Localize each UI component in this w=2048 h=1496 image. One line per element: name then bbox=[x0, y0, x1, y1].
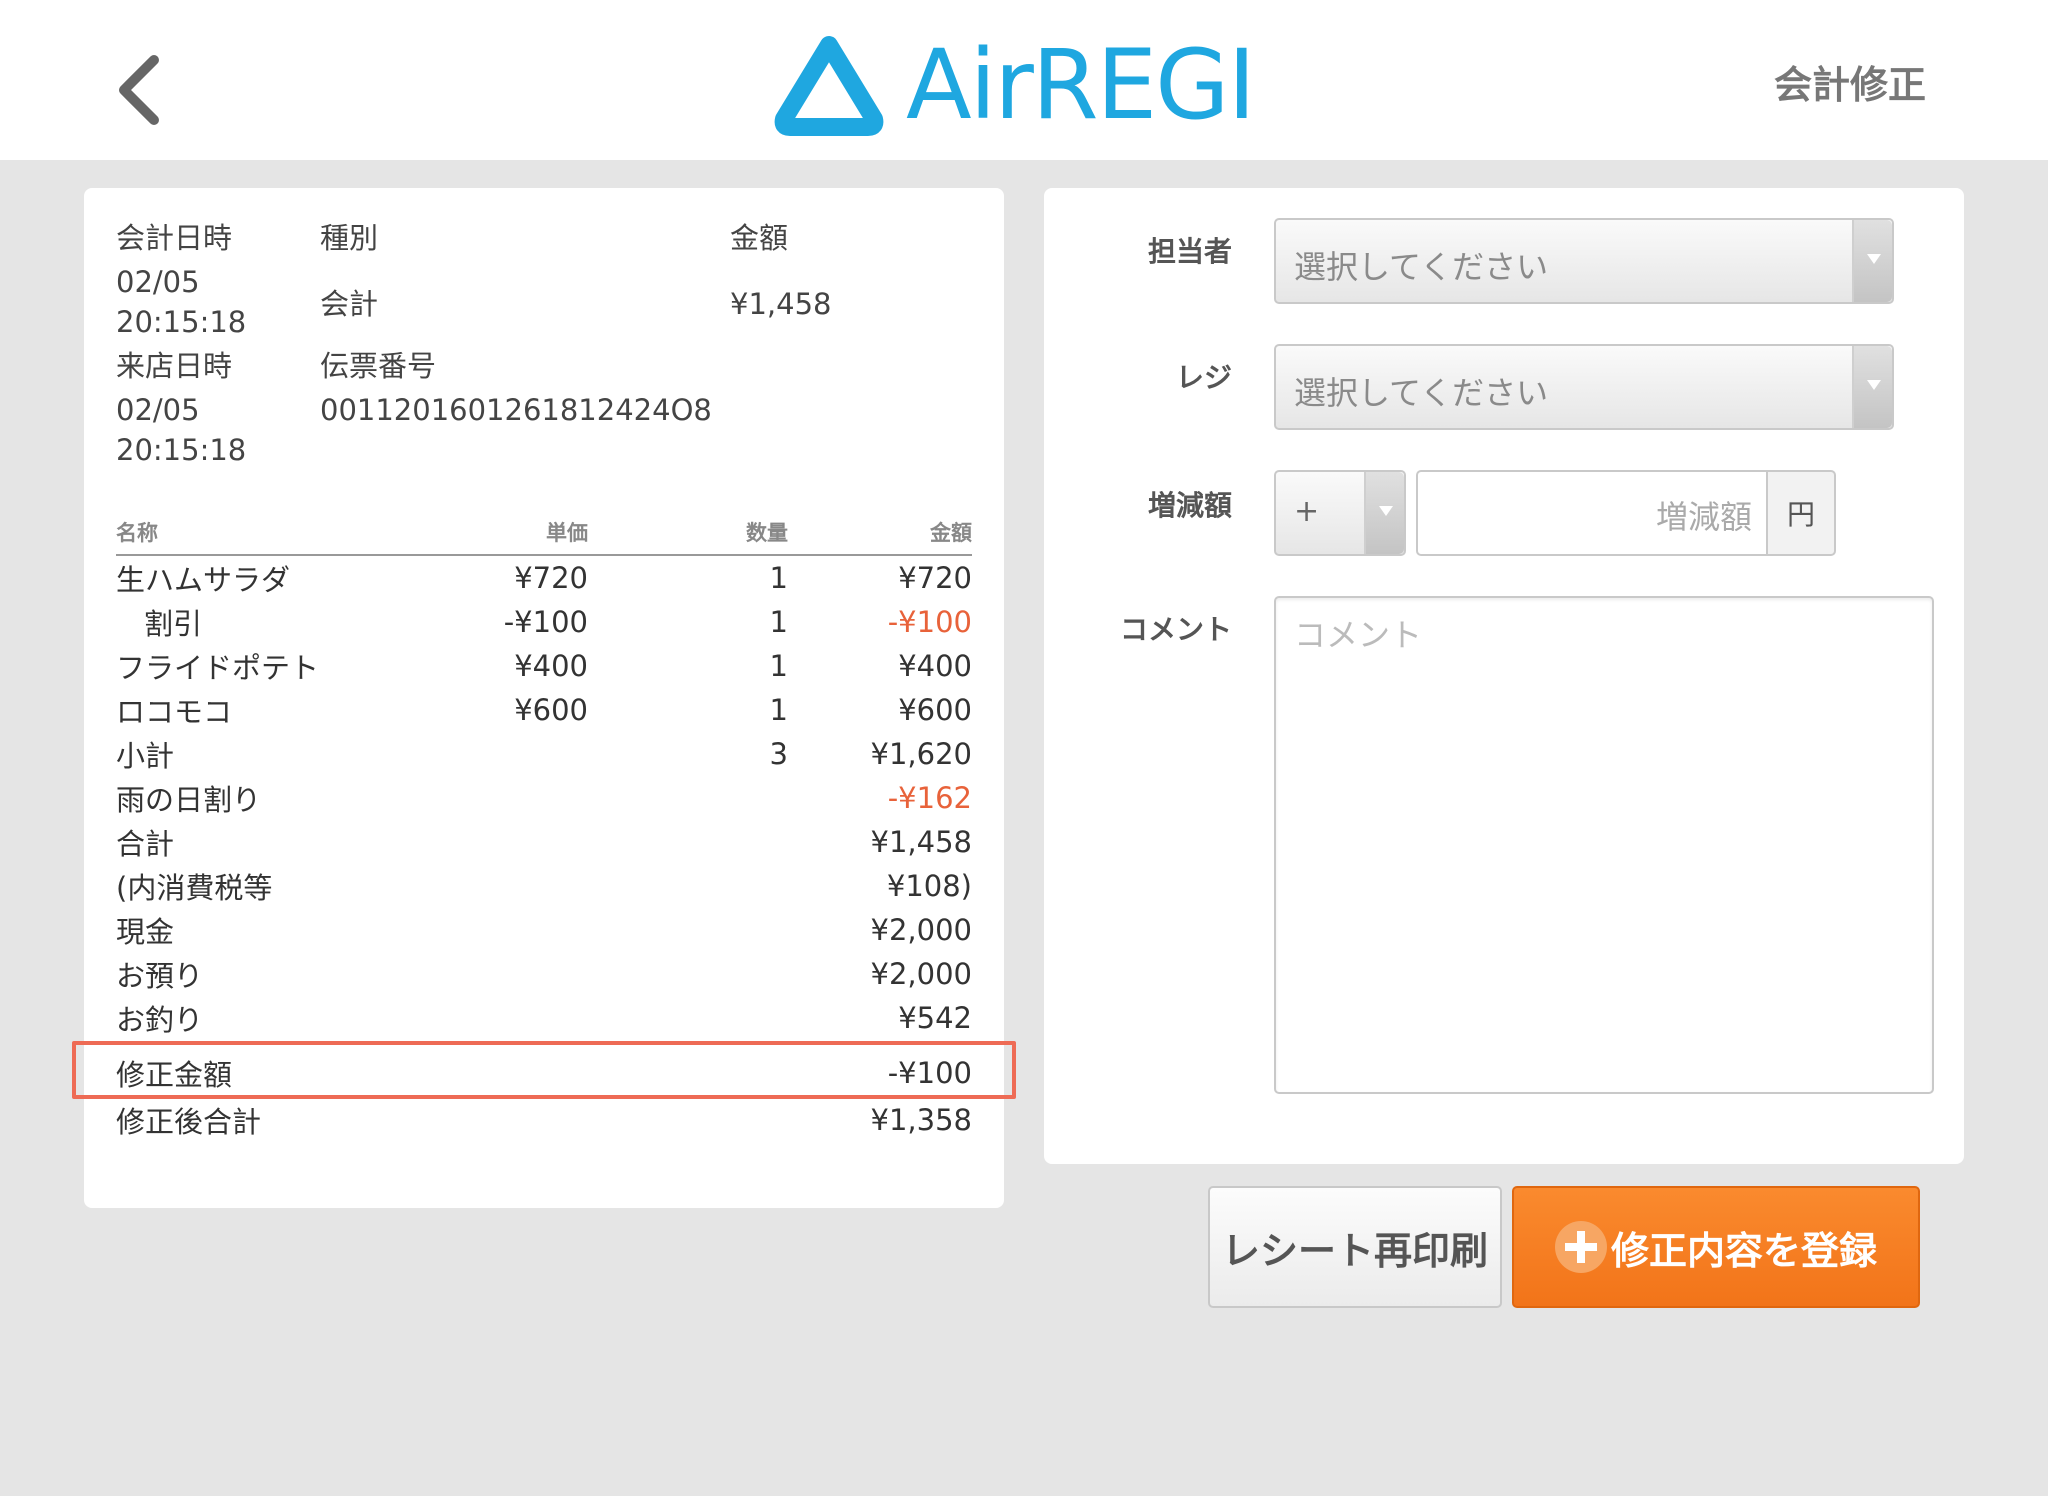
subtotal-label: 小計 bbox=[116, 739, 175, 773]
register-correction-button[interactable]: 修正内容を登録 bbox=[1512, 1186, 1920, 1308]
staff-select-value: 選択してください bbox=[1294, 248, 1549, 286]
adjust-sign-value: + bbox=[1294, 494, 1320, 529]
amount-value: ¥1,458 bbox=[730, 287, 832, 321]
item-name: 生ハムサラダ bbox=[116, 563, 291, 597]
subtotal-qty: 3 bbox=[769, 737, 788, 771]
visit-datetime-label: 来店日時 bbox=[116, 349, 233, 383]
yen-unit-label: 円 bbox=[1768, 470, 1836, 556]
back-button[interactable] bbox=[108, 50, 172, 130]
rain-discount-row: 雨の日割り -¥162 bbox=[116, 776, 972, 820]
chevron-down-icon bbox=[1852, 346, 1892, 428]
plus-circle-icon bbox=[1554, 1221, 1607, 1273]
page-title: 会計修正 bbox=[1773, 63, 1926, 107]
slip-number-label: 伝票番号 bbox=[320, 349, 437, 383]
table-row: 割引 -¥100 1 -¥100 bbox=[116, 600, 972, 644]
visit-date: 02/05 bbox=[116, 393, 200, 427]
slip-number-value: 0011201601261812424O8 bbox=[320, 393, 712, 427]
deposit-label: お預り bbox=[116, 959, 204, 993]
datetime-date: 02/05 bbox=[116, 265, 200, 299]
item-unit: -¥100 bbox=[503, 605, 588, 639]
chevron-down-icon bbox=[1364, 472, 1404, 554]
subtotal-row: 小計 3 ¥1,620 bbox=[116, 732, 972, 776]
table-header: 名称 単価 数量 金額 bbox=[116, 510, 972, 556]
reprint-receipt-button[interactable]: レシート再印刷 bbox=[1208, 1186, 1502, 1308]
change-label: お釣り bbox=[116, 1003, 204, 1037]
type-label: 種別 bbox=[320, 221, 379, 255]
table-row: 生ハムサラダ ¥720 1 ¥720 bbox=[116, 556, 972, 600]
item-name: 割引 bbox=[144, 607, 203, 641]
logo-text: AirREGI bbox=[906, 29, 1256, 141]
app-header: AirREGI 会計修正 bbox=[0, 0, 2048, 160]
chevron-left-icon bbox=[119, 55, 159, 125]
triangle-logo-icon bbox=[774, 36, 884, 136]
item-amount: ¥600 bbox=[898, 693, 972, 727]
datetime-time: 20:15:18 bbox=[116, 305, 247, 339]
type-value: 会計 bbox=[320, 287, 379, 321]
total-amount: ¥1,458 bbox=[870, 825, 972, 859]
table-row: ロコモコ ¥600 1 ¥600 bbox=[116, 688, 972, 732]
adjust-amount-input[interactable]: 増減額 bbox=[1416, 470, 1768, 556]
visit-time: 20:15:18 bbox=[116, 433, 247, 467]
tax-row: (内消費税等 ¥108) bbox=[116, 864, 972, 908]
comment-textarea[interactable]: コメント bbox=[1274, 596, 1934, 1094]
tax-amount: ¥108) bbox=[886, 869, 972, 903]
cash-label: 現金 bbox=[116, 915, 175, 949]
register-label: レジ bbox=[1175, 361, 1232, 394]
change-amount: ¥542 bbox=[898, 1001, 972, 1035]
cash-row: 現金 ¥2,000 bbox=[116, 908, 972, 952]
col-name: 名称 bbox=[116, 521, 158, 545]
item-unit: ¥600 bbox=[514, 693, 588, 727]
corrected-total-label: 修正後合計 bbox=[116, 1105, 262, 1139]
subtotal-amount: ¥1,620 bbox=[870, 737, 972, 771]
col-amount: 金額 bbox=[930, 521, 972, 545]
item-name: フライドポテト bbox=[116, 651, 320, 685]
register-select[interactable]: 選択してください bbox=[1274, 344, 1894, 430]
chevron-down-icon bbox=[1852, 220, 1892, 302]
staff-label: 担当者 bbox=[1147, 235, 1232, 268]
rain-discount-amount: -¥162 bbox=[887, 781, 972, 815]
deposit-row: お預り ¥2,000 bbox=[116, 952, 972, 996]
corrected-total-row: 修正後合計 ¥1,358 bbox=[116, 1098, 972, 1142]
staff-select[interactable]: 選択してください bbox=[1274, 218, 1894, 304]
item-qty: 1 bbox=[769, 649, 788, 683]
comment-label: コメント bbox=[1119, 613, 1232, 646]
corrected-total-amount: ¥1,358 bbox=[870, 1103, 972, 1137]
item-unit: ¥400 bbox=[514, 649, 588, 683]
adjust-label: 増減額 bbox=[1147, 489, 1232, 522]
item-unit: ¥720 bbox=[514, 561, 588, 595]
change-row: お釣り ¥542 bbox=[116, 996, 972, 1040]
table-row: フライドポテト ¥400 1 ¥400 bbox=[116, 644, 972, 688]
correction-highlight-box bbox=[72, 1041, 1016, 1099]
adjust-sign-select[interactable]: + bbox=[1274, 470, 1406, 556]
item-name: ロコモコ bbox=[116, 695, 233, 729]
amount-label: 金額 bbox=[730, 221, 789, 255]
reprint-receipt-label: レシート再印刷 bbox=[1221, 1228, 1488, 1273]
item-amount: ¥400 bbox=[898, 649, 972, 683]
airregi-logo: AirREGI bbox=[770, 29, 1256, 141]
item-qty: 1 bbox=[769, 561, 788, 595]
datetime-label: 会計日時 bbox=[116, 221, 233, 255]
rain-discount-label: 雨の日割り bbox=[116, 783, 262, 817]
register-correction-label: 修正内容を登録 bbox=[1610, 1228, 1877, 1273]
item-qty: 1 bbox=[769, 693, 788, 727]
col-unit: 単価 bbox=[546, 521, 588, 545]
total-row: 合計 ¥1,458 bbox=[116, 820, 972, 864]
col-qty: 数量 bbox=[746, 521, 788, 545]
item-qty: 1 bbox=[769, 605, 788, 639]
item-amount: ¥720 bbox=[898, 561, 972, 595]
item-amount: -¥100 bbox=[887, 605, 972, 639]
deposit-amount: ¥2,000 bbox=[870, 957, 972, 991]
register-select-value: 選択してください bbox=[1294, 374, 1549, 412]
tax-label: (内消費税等 bbox=[116, 871, 273, 905]
total-label: 合計 bbox=[116, 827, 175, 861]
cash-amount: ¥2,000 bbox=[870, 913, 972, 947]
